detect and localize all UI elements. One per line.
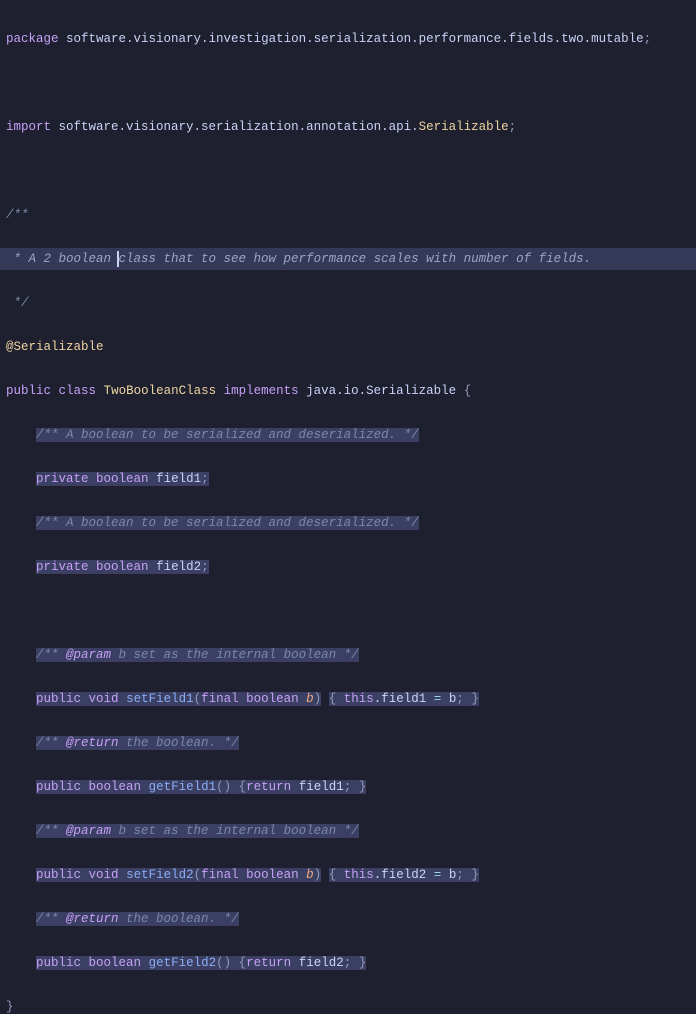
class-decl: public class TwoBooleanClass implements … (0, 380, 696, 402)
code-editor[interactable]: package software.visionary.investigation… (0, 6, 696, 1014)
getter-decl: public boolean getField2() {return field… (0, 952, 696, 974)
javadoc-open: /** (0, 204, 696, 226)
import-class: Serializable (419, 120, 509, 134)
code-line: /** @return the boolean. */ (0, 908, 696, 930)
keyword-import: import (6, 120, 51, 134)
keyword-package: package (6, 32, 59, 46)
setter-decl: public void setField1(final boolean b) {… (0, 688, 696, 710)
method-getfield1: getField1 (149, 780, 217, 794)
code-line: /** @param b set as the internal boolean… (0, 644, 696, 666)
code-line: /** A boolean to be serialized and deser… (0, 424, 696, 446)
code-line: /** A boolean to be serialized and deser… (0, 512, 696, 534)
annotation-line: @Serializable (0, 336, 696, 358)
field-decl: private boolean field2; (0, 556, 696, 578)
class-name: TwoBooleanClass (104, 384, 217, 398)
text-cursor (117, 251, 119, 267)
blank-line (0, 160, 696, 182)
code-line: import software.visionary.serialization.… (0, 116, 696, 138)
import-path: software.visionary.serialization.annotat… (59, 120, 419, 134)
getter-decl: public boolean getField1() {return field… (0, 776, 696, 798)
field-doc: /** A boolean to be serialized and deser… (36, 516, 419, 530)
setter-decl: public void setField2(final boolean b) {… (0, 864, 696, 886)
method-setfield1: setField1 (126, 692, 194, 706)
code-line: /** @return the boolean. */ (0, 732, 696, 754)
field-decl: private boolean field1; (0, 468, 696, 490)
class-close: } (0, 996, 696, 1014)
javadoc-close: */ (0, 292, 696, 314)
code-line: package software.visionary.investigation… (0, 28, 696, 50)
package-path: software.visionary.investigation.seriali… (66, 32, 644, 46)
method-setfield2: setField2 (126, 868, 194, 882)
blank-line (0, 600, 696, 622)
field-doc: /** A boolean to be serialized and deser… (36, 428, 419, 442)
blank-line (0, 72, 696, 94)
code-line: /** @param b set as the internal boolean… (0, 820, 696, 842)
javadoc-line-current: * A 2 boolean class that to see how perf… (0, 248, 696, 270)
method-getfield2: getField2 (149, 956, 217, 970)
annotation-serializable: @Serializable (6, 340, 104, 354)
